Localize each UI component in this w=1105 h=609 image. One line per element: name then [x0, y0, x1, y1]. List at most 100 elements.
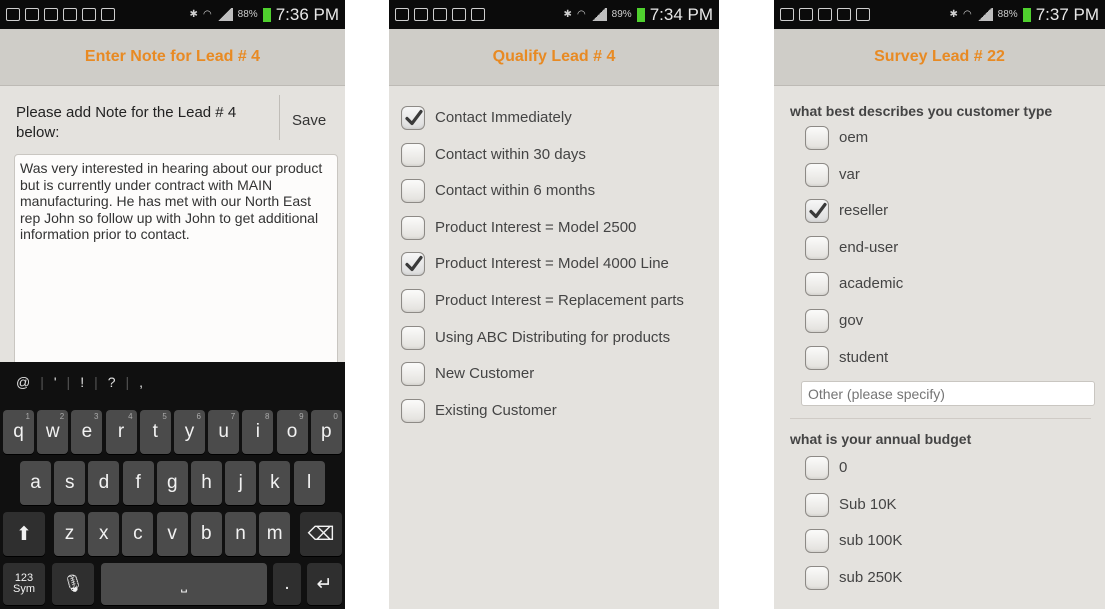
checkbox-label[interactable]: academic: [839, 275, 903, 292]
suggestion-key[interactable]: @: [16, 374, 30, 390]
checkbox-label[interactable]: Existing Customer: [435, 402, 557, 419]
key-q[interactable]: q1: [3, 410, 34, 454]
checkbox-label[interactable]: Contact within 30 days: [435, 146, 586, 163]
checkbox[interactable]: [805, 126, 829, 150]
checkbox[interactable]: [805, 492, 829, 517]
shift-icon: ⬆: [16, 523, 32, 545]
enter-key[interactable]: ↵: [307, 563, 342, 605]
download-icon: [101, 8, 115, 21]
symbols-key[interactable]: 123 Sym: [3, 563, 45, 605]
battery-percent: 88%: [997, 9, 1018, 20]
status-bar: ✱ ◠ 88% 7:37 PM: [774, 0, 1105, 29]
key-z[interactable]: z: [54, 512, 85, 556]
page-title: Qualify Lead # 4: [389, 29, 719, 86]
checkmark-icon: [405, 109, 423, 126]
checkbox-label[interactable]: Product Interest = Model 2500: [435, 219, 636, 236]
key-g[interactable]: g: [156, 461, 188, 505]
key-m[interactable]: m: [259, 512, 291, 556]
checkbox[interactable]: [401, 179, 425, 204]
checkbox[interactable]: [401, 215, 425, 240]
other-specify-input[interactable]: [801, 381, 1095, 406]
checkbox-label[interactable]: student: [839, 349, 888, 366]
key-v[interactable]: v: [156, 512, 188, 556]
checkbox-checked[interactable]: [401, 252, 425, 277]
suggestion-key[interactable]: ?: [108, 374, 116, 390]
space-bar-icon: ⎵: [180, 575, 187, 593]
key-p[interactable]: p0: [310, 410, 342, 454]
checkbox-label[interactable]: Using ABC Distributing for products: [435, 329, 670, 346]
checkbox[interactable]: [401, 398, 425, 423]
key-b[interactable]: b: [190, 512, 222, 556]
suggestion-key[interactable]: ,: [139, 374, 143, 390]
key-h[interactable]: h: [191, 461, 222, 505]
space-key[interactable]: ⎵: [101, 563, 267, 605]
voice-input-key[interactable]: 🎙: [52, 563, 94, 605]
checkbox-label[interactable]: gov: [839, 312, 863, 329]
qualify-screen: ✱ ◠ 89% 7:34 PM Qualify Lead # 4 Contact…: [389, 0, 719, 609]
checkbox[interactable]: [805, 456, 829, 480]
checkbox[interactable]: [805, 235, 829, 260]
key-k[interactable]: k: [259, 461, 291, 505]
checkbox[interactable]: [401, 289, 425, 313]
key-r-label: r: [117, 421, 125, 442]
checkbox-label[interactable]: oem: [839, 129, 868, 146]
checkbox[interactable]: [805, 272, 829, 297]
key-j[interactable]: j: [225, 461, 257, 505]
shift-key[interactable]: ⬆: [3, 512, 45, 556]
checkbox-label[interactable]: sub 100K: [839, 532, 902, 549]
backspace-key[interactable]: ⌫: [300, 512, 342, 556]
suggestion-separator: |: [66, 374, 71, 390]
wifi-icon: ◠: [962, 9, 972, 20]
key-l[interactable]: l: [293, 461, 325, 505]
checkbox-label[interactable]: New Customer: [435, 365, 534, 382]
voicemail-icon: [799, 8, 813, 21]
checkbox-label[interactable]: 0: [839, 459, 847, 476]
checkbox-label[interactable]: var: [839, 166, 860, 183]
period-key[interactable]: .: [273, 563, 301, 605]
suggestion-key[interactable]: ': [54, 374, 57, 390]
checkbox[interactable]: [805, 529, 829, 554]
note-textarea[interactable]: Was very interested in hearing about our…: [14, 154, 338, 369]
key-c[interactable]: c: [122, 512, 154, 556]
key-o[interactable]: o9: [276, 410, 308, 454]
key-u[interactable]: u7: [208, 410, 240, 454]
key-number-hint: 0: [333, 412, 338, 421]
key-e[interactable]: e3: [71, 410, 103, 454]
checkbox[interactable]: [805, 309, 829, 333]
checkbox[interactable]: [805, 162, 829, 187]
key-y[interactable]: y6: [174, 410, 205, 454]
checkbox-label[interactable]: end-user: [839, 239, 898, 256]
key-i[interactable]: i8: [242, 410, 274, 454]
key-r[interactable]: r4: [105, 410, 137, 454]
key-f[interactable]: f: [122, 461, 154, 505]
battery-icon: [636, 7, 645, 22]
checkbox-checked[interactable]: [805, 199, 829, 224]
checkbox[interactable]: [401, 325, 425, 350]
checkbox-label[interactable]: Product Interest = Model 4000 Line: [435, 255, 669, 272]
key-t[interactable]: t5: [139, 410, 171, 454]
checkbox[interactable]: [805, 565, 829, 590]
checkbox[interactable]: [805, 345, 829, 370]
checkbox-label[interactable]: reseller: [839, 202, 888, 219]
save-button[interactable]: Save: [292, 112, 326, 129]
suggestion-key[interactable]: !: [80, 374, 84, 390]
note-header: Please add Note for the Lead # 4 below: …: [0, 95, 345, 155]
key-n[interactable]: n: [225, 512, 256, 556]
checkbox[interactable]: [401, 142, 425, 167]
checkbox[interactable]: [401, 362, 425, 387]
checkbox-checked[interactable]: [401, 106, 425, 130]
key-w[interactable]: w2: [37, 410, 69, 454]
checkbox-label[interactable]: Contact Immediately: [435, 109, 572, 126]
key-d[interactable]: d: [88, 461, 120, 505]
key-x[interactable]: x: [88, 512, 120, 556]
bluetooth-icon: ✱: [949, 9, 958, 20]
key-a[interactable]: a: [20, 461, 51, 505]
key-n-label: n: [235, 523, 246, 544]
key-p-label: p: [321, 421, 332, 442]
key-s[interactable]: s: [54, 461, 86, 505]
checkbox-label[interactable]: Product Interest = Replacement parts: [435, 292, 684, 309]
key-i-label: i: [255, 421, 260, 442]
checkbox-label[interactable]: Sub 10K: [839, 496, 897, 513]
checkbox-label[interactable]: Contact within 6 months: [435, 182, 595, 199]
checkbox-label[interactable]: sub 250K: [839, 569, 902, 586]
